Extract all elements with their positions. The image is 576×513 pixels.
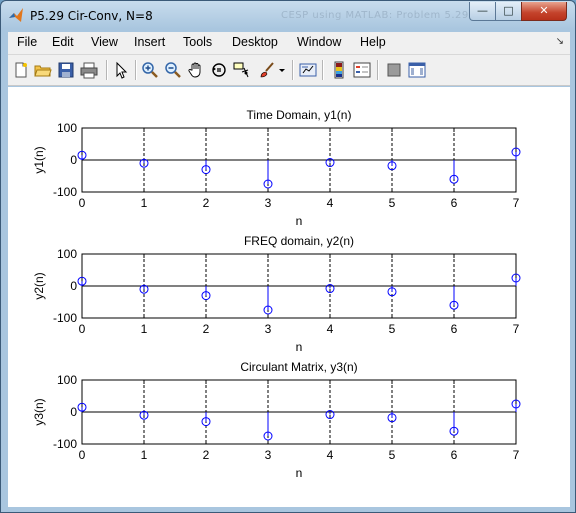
menu-bar: File Edit View Insert Tools Desktop Wind… — [8, 32, 570, 55]
figure-window: P5.29 Cir-Conv, N=8 CESP using MATLAB: P… — [0, 0, 576, 513]
y-tick-label: 0 — [70, 279, 77, 293]
y-tick-label: 100 — [57, 247, 77, 261]
show-plot-tools-icon[interactable] — [408, 61, 426, 79]
x-axis-label: n — [296, 466, 303, 480]
menu-insert[interactable]: Insert — [134, 35, 165, 49]
plots-svg: 1000-1000 1 2 3 4 5 6 7Time Domain, y1(n)ny1(n)… — [32, 108, 521, 480]
menu-file[interactable]: File — [17, 35, 37, 49]
menu-edit[interactable]: Edit — [52, 35, 74, 49]
toolbar-separator — [377, 60, 379, 80]
y-axis-label: y3(n) — [32, 398, 46, 425]
data-cursor-icon[interactable] — [233, 61, 251, 79]
y-tick-label: -100 — [53, 437, 77, 451]
menu-tools[interactable]: Tools — [183, 35, 212, 49]
x-axis-label: n — [296, 340, 303, 354]
y-tick-label: 0 — [70, 405, 77, 419]
matlab-logo-icon — [9, 8, 23, 22]
print-icon[interactable] — [80, 61, 98, 79]
menu-view[interactable]: View — [91, 35, 118, 49]
window-title: P5.29 Cir-Conv, N=8 — [30, 9, 153, 23]
x-tick-label: 0 — [79, 196, 86, 210]
x-tick-label: 6 — [451, 196, 458, 210]
hide-plot-tools-icon[interactable] — [385, 61, 403, 79]
zoom-in-icon[interactable] — [141, 61, 159, 79]
x-tick-label: 5 — [389, 322, 396, 336]
rotate-3d-icon[interactable] — [210, 61, 228, 79]
x-tick-label: 2 — [203, 322, 210, 336]
colorbar-icon[interactable] — [330, 61, 348, 79]
x-tick-label: 7 — [513, 322, 520, 336]
x-tick-label: 5 — [389, 448, 396, 462]
y-axis-label: y1(n) — [32, 146, 46, 173]
title-bar[interactable]: P5.29 Cir-Conv, N=8 CESP using MATLAB: P… — [1, 1, 575, 31]
save-icon[interactable] — [57, 61, 75, 79]
background-window-title: CESP using MATLAB: Problem 5.29 — [281, 10, 469, 21]
x-tick-label: 1 — [141, 448, 148, 462]
new-figure-icon[interactable] — [12, 61, 30, 79]
x-tick-label: 4 — [327, 196, 334, 210]
x-tick-label: 6 — [451, 448, 458, 462]
x-tick-label: 3 — [265, 196, 272, 210]
y-tick-label: -100 — [53, 185, 77, 199]
x-tick-label: 1 — [141, 322, 148, 336]
x-tick-label: 2 — [203, 196, 210, 210]
x-tick-label: 7 — [513, 448, 520, 462]
x-tick-label: 2 — [203, 448, 210, 462]
menu-window[interactable]: Window — [297, 35, 341, 49]
maximize-button[interactable]: □ — [495, 2, 522, 21]
x-tick-label: 7 — [513, 196, 520, 210]
dock-arrow-icon[interactable]: ↘ — [556, 36, 564, 47]
toolbar-separator — [322, 60, 324, 80]
plot-title: Circulant Matrix, y3(n) — [240, 360, 357, 374]
menu-desktop[interactable]: Desktop — [232, 35, 278, 49]
x-tick-label: 0 — [79, 448, 86, 462]
open-file-icon[interactable] — [34, 61, 52, 79]
pan-hand-icon[interactable] — [187, 61, 205, 79]
x-tick-label: 3 — [265, 448, 272, 462]
menu-help[interactable]: Help — [360, 35, 386, 49]
y-tick-label: -100 — [53, 311, 77, 325]
minimize-button[interactable]: — — [469, 2, 496, 21]
y-tick-label: 100 — [57, 373, 77, 387]
figure-canvas[interactable]: 100 0 -100 0 1 2 3 4 5 6 7 Time Domain, y1(n) n y1(n)… — [8, 87, 570, 507]
x-tick-label: 6 — [451, 322, 458, 336]
link-plot-icon[interactable] — [299, 61, 317, 79]
legend-icon[interactable] — [353, 61, 371, 79]
x-tick-label: 4 — [327, 448, 334, 462]
y-tick-label: 0 — [70, 153, 77, 167]
close-button[interactable]: ✕ — [521, 2, 567, 21]
brush-icon[interactable] — [258, 61, 276, 79]
x-tick-label: 5 — [389, 196, 396, 210]
zoom-out-icon[interactable] — [164, 61, 182, 79]
toolbar-separator — [106, 60, 108, 80]
figure-toolbar — [8, 55, 570, 86]
y-tick-label: 100 — [57, 121, 77, 135]
x-tick-label: 0 — [79, 322, 86, 336]
pointer-icon[interactable] — [112, 61, 130, 79]
x-tick-label: 4 — [327, 322, 334, 336]
toolbar-separator — [135, 60, 137, 80]
x-tick-label: 1 — [141, 196, 148, 210]
toolbar-separator — [292, 60, 294, 80]
x-axis-label: n — [296, 214, 303, 228]
y-axis-label: y2(n) — [32, 272, 46, 299]
brush-dropdown-icon[interactable] — [278, 61, 286, 79]
x-tick-label: 3 — [265, 322, 272, 336]
plot-title: Time Domain, y1(n) — [247, 108, 352, 122]
plot-title: FREQ domain, y2(n) — [244, 234, 354, 248]
